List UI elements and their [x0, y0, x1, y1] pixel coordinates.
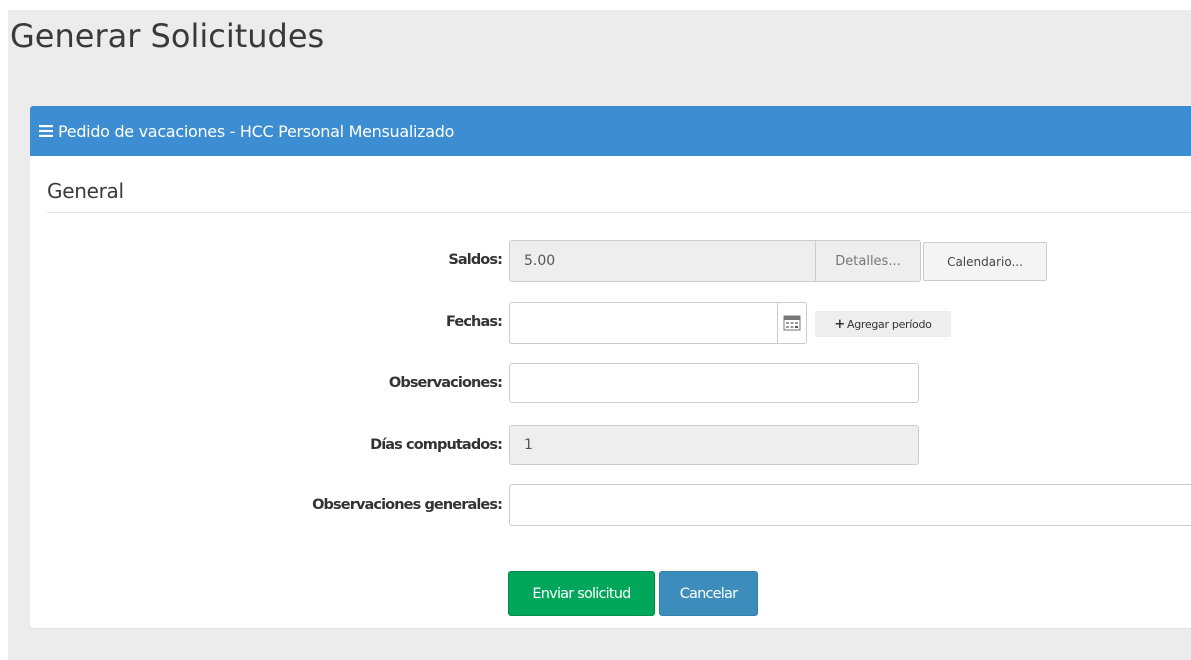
observaciones-generales-input[interactable]	[509, 484, 1191, 526]
date-picker-button[interactable]	[777, 302, 807, 344]
section-divider	[47, 212, 1191, 213]
calendario-button[interactable]: Calendario...	[923, 242, 1047, 281]
saldos-field: 5.00	[509, 240, 816, 282]
fechas-input[interactable]	[509, 302, 778, 344]
saldos-value: 5.00	[524, 253, 556, 269]
page-title: Generar Solicitudes	[10, 17, 325, 55]
dias-computados-field: 1	[509, 425, 919, 465]
observaciones-input[interactable]	[509, 363, 919, 403]
observaciones-label: Observaciones:	[388, 375, 503, 391]
agregar-periodo-label: Agregar período	[847, 317, 932, 331]
dias-computados-label: Días computados:	[370, 437, 503, 453]
enviar-solicitud-button[interactable]: Enviar solicitud	[508, 571, 655, 616]
bars-icon	[39, 125, 53, 137]
cancelar-button[interactable]: Cancelar	[659, 571, 758, 616]
section-title: General	[47, 179, 124, 203]
agregar-periodo-button[interactable]: + Agregar período	[815, 311, 951, 337]
panel-title: Pedido de vacaciones - HCC Personal Mens…	[58, 121, 455, 141]
observaciones-generales-label: Observaciones generales:	[312, 497, 503, 513]
saldos-label: Saldos:	[448, 252, 503, 268]
detalles-button[interactable]: Detalles...	[815, 240, 921, 282]
fechas-label: Fechas:	[446, 314, 503, 330]
vacation-request-panel: Pedido de vacaciones - HCC Personal Mens…	[30, 106, 1191, 628]
calendar-icon	[783, 315, 801, 331]
panel-header: Pedido de vacaciones - HCC Personal Mens…	[30, 106, 1191, 156]
dias-computados-value: 1	[524, 437, 533, 453]
plus-icon: +	[834, 316, 845, 332]
